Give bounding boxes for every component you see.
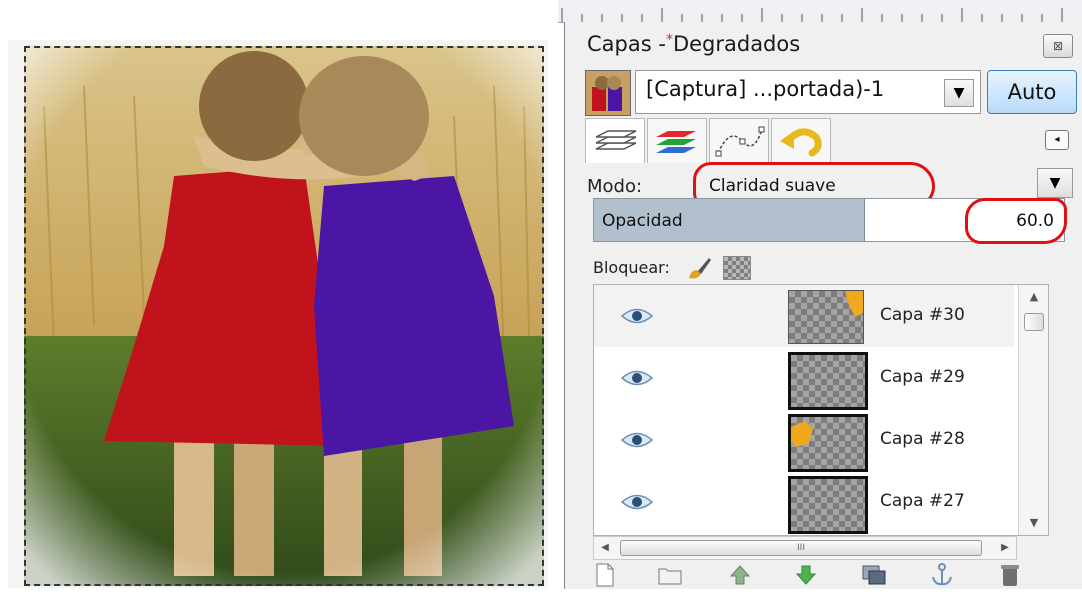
unsaved-marker: * [665, 32, 673, 48]
photo-two-girls-hugging [24, 46, 544, 586]
panel-title: Capas -*Degradados [587, 32, 800, 56]
lower-layer-icon[interactable] [791, 562, 821, 588]
layer-thumbnail [788, 414, 868, 472]
image-thumbnail [585, 70, 631, 116]
layer-thumbnail [788, 476, 868, 534]
image-selector-row: [Captura] ...portada)-1 ▼ Auto [585, 70, 1077, 116]
opacity-row: Opacidad 60.0 [593, 198, 1081, 244]
tab-undo-history[interactable] [771, 118, 831, 163]
dock-tabs: ◂ [585, 118, 1077, 164]
scroll-down-arrow-icon[interactable]: ▼ [1019, 511, 1048, 535]
layer-row[interactable]: Capa #28 [594, 409, 1014, 472]
layer-row[interactable]: Capa #27 [594, 471, 1014, 534]
delete-layer-icon[interactable] [995, 562, 1025, 588]
layers-dock-panel: Capas -*Degradados ⊠ [Captura] ...portad… [564, 22, 1082, 589]
opacity-label: Opacidad [602, 211, 683, 231]
new-layer-group-icon[interactable] [655, 562, 685, 588]
image-canvas[interactable] [0, 0, 560, 589]
layers-stack-icon [595, 130, 637, 150]
layer-name[interactable]: Capa #27 [880, 491, 965, 511]
tab-channels[interactable] [647, 118, 707, 163]
lock-label: Bloquear: [593, 258, 670, 277]
image-dropdown-arrow-icon[interactable]: ▼ [944, 79, 974, 107]
layer-name[interactable]: Capa #29 [880, 367, 965, 387]
red-annotation-circle-opacity [965, 198, 1067, 244]
ruler-top [558, 0, 1082, 23]
eye-visibility-icon[interactable] [620, 365, 654, 391]
new-layer-icon[interactable] [589, 562, 619, 588]
eye-visibility-icon[interactable] [620, 489, 654, 515]
layer-actions-toolbar [589, 562, 1059, 588]
image-menu-combo[interactable]: [Captura] ...portada)-1 ▼ [635, 70, 981, 114]
eye-visibility-icon[interactable] [620, 427, 654, 453]
mode-dropdown-arrow-icon[interactable]: ▼ [1037, 168, 1073, 198]
raise-layer-icon[interactable] [725, 562, 755, 588]
layer-name[interactable]: Capa #30 [880, 305, 965, 325]
channels-icon [656, 131, 696, 153]
anchor-layer-icon[interactable] [927, 562, 957, 588]
mode-label: Modo: [587, 176, 643, 197]
layer-row[interactable]: Capa #29 [594, 347, 1014, 410]
lock-alpha-checker-icon[interactable] [723, 256, 751, 280]
tab-paths[interactable] [709, 118, 769, 163]
paths-icon [715, 126, 765, 157]
lock-row: Bloquear: [593, 250, 893, 284]
layer-thumbnail [788, 290, 864, 344]
tab-menu-button[interactable]: ◂ [1045, 130, 1069, 150]
horizontal-scrollbar[interactable]: ◀ III ▶ [593, 536, 1017, 560]
undo-history-icon [780, 128, 822, 157]
duplicate-layer-icon[interactable] [859, 562, 889, 588]
eye-visibility-icon[interactable] [620, 303, 654, 329]
vertical-scrollbar[interactable]: ▲ ▼ [1018, 285, 1048, 535]
lock-pixels-brush-icon[interactable] [685, 254, 713, 280]
image-name: [Captura] ...portada)-1 [646, 77, 885, 101]
scroll-right-arrow-icon[interactable]: ▶ [996, 537, 1014, 559]
document-name: Degradados [672, 32, 801, 56]
layer-list[interactable]: Capa #30 Capa #29 Capa #28 Capa #27 ▲ ▼ [593, 284, 1049, 536]
auto-button[interactable]: Auto [987, 70, 1077, 114]
vertical-scroll-thumb[interactable] [1024, 313, 1044, 331]
scroll-up-arrow-icon[interactable]: ▲ [1019, 285, 1048, 309]
panel-title-text: Capas - [587, 32, 666, 56]
layer-name[interactable]: Capa #28 [880, 429, 965, 449]
layer-row[interactable]: Capa #30 [594, 285, 1014, 347]
close-tab-button[interactable]: ⊠ [1043, 34, 1073, 58]
scroll-left-arrow-icon[interactable]: ◀ [596, 537, 614, 559]
tab-layers[interactable] [585, 118, 645, 163]
layer-thumbnail [788, 352, 868, 410]
horizontal-scroll-thumb[interactable]: III [620, 540, 982, 556]
